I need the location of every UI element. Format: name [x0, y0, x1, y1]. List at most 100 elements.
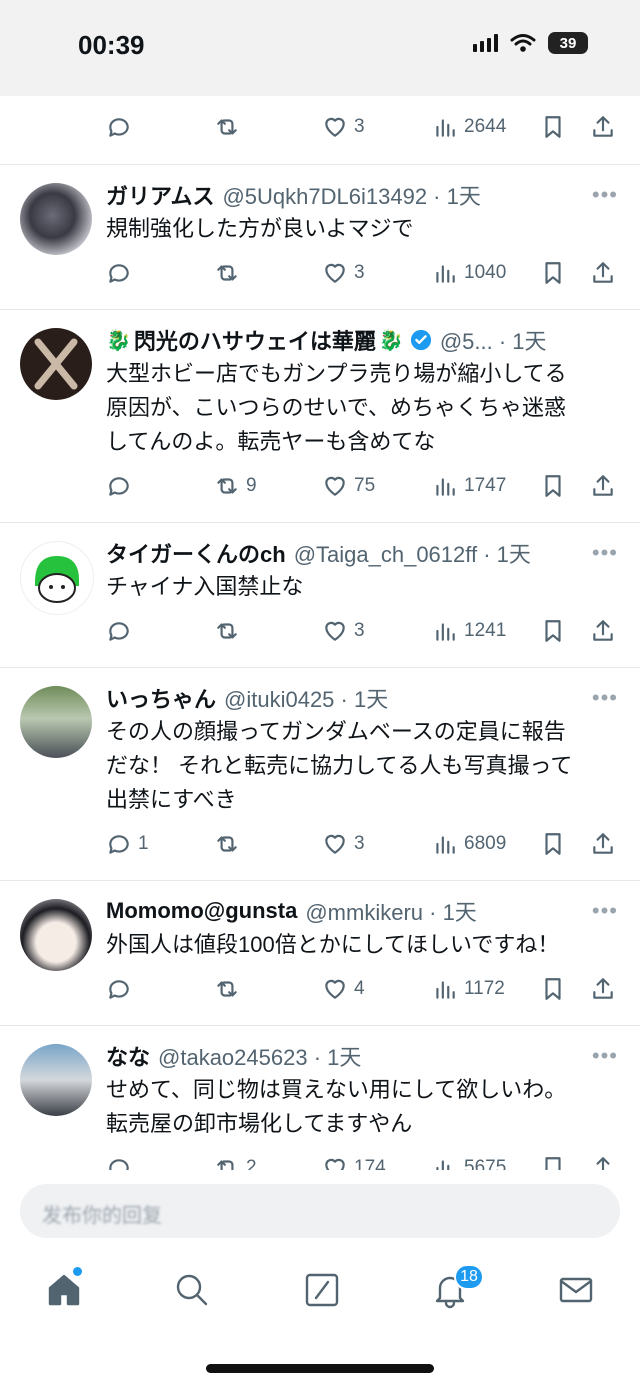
- like-button[interactable]: 4: [322, 973, 365, 1005]
- views-button[interactable]: 1172: [432, 973, 505, 1005]
- reply-icon: [109, 835, 129, 854]
- reply-feed[interactable]: 3 2644 ガリアムス @5Uqkh7DL6i13492 · 1天 ••• 規…: [0, 96, 640, 1170]
- home-indicator: [206, 1364, 434, 1373]
- tweet-partial[interactable]: 3 2644: [0, 96, 640, 165]
- tab-home[interactable]: [44, 1270, 84, 1310]
- avatar[interactable]: [20, 899, 92, 971]
- user-handle[interactable]: @5Uqkh7DL6i13492 · 1天: [222, 179, 480, 211]
- bookmark-button[interactable]: [540, 111, 566, 143]
- bookmark-icon: [545, 262, 561, 284]
- retweet-button[interactable]: 2: [214, 1152, 257, 1170]
- retweet-icon: [217, 265, 237, 281]
- share-button[interactable]: [590, 257, 616, 289]
- reply-button[interactable]: 1: [106, 828, 149, 860]
- tweet-text: その人の顔撮ってガンダムベースの定員に報告 だな！ それと転売に協力してる人も写…: [106, 719, 573, 812]
- retweet-button[interactable]: [214, 973, 246, 1005]
- share-button[interactable]: [590, 1152, 616, 1170]
- tweet[interactable]: タイガーくんのch @Taiga_ch_0612ff · 1天 ••• チャイナ…: [0, 523, 640, 668]
- notification-badge: 18: [454, 1264, 484, 1290]
- views-icon: [436, 836, 455, 854]
- avatar[interactable]: [20, 541, 94, 615]
- reply-button[interactable]: [106, 111, 138, 143]
- tweet[interactable]: いっちゃん @ituki0425 · 1天 ••• その人の顔撮ってガンダムベー…: [0, 668, 640, 881]
- share-button[interactable]: [590, 111, 616, 143]
- retweet-button[interactable]: [214, 257, 246, 289]
- user-handle[interactable]: @takao245623 · 1天: [158, 1040, 361, 1072]
- like-button[interactable]: 3: [322, 111, 365, 143]
- heart-icon: [325, 476, 345, 496]
- like-button[interactable]: 3: [322, 615, 365, 647]
- display-name[interactable]: なな: [106, 1040, 150, 1072]
- display-name[interactable]: いっちゃん: [106, 682, 216, 714]
- bookmark-button[interactable]: [540, 828, 566, 860]
- dragon-emoji-icon: 🐉: [106, 329, 131, 352]
- bookmark-button[interactable]: [540, 973, 566, 1005]
- avatar[interactable]: [20, 686, 92, 758]
- reply-icon: [109, 622, 129, 641]
- tweet[interactable]: なな @takao245623 · 1天 ••• せめて、同じ物は買えない用にし…: [0, 1026, 640, 1170]
- reply-button[interactable]: [106, 615, 138, 647]
- bookmark-button[interactable]: [540, 1152, 566, 1170]
- views-button[interactable]: 5675: [432, 1152, 506, 1170]
- reply-input[interactable]: 发布你的回复: [20, 1184, 620, 1238]
- more-options-button[interactable]: •••: [592, 898, 618, 924]
- retweet-button[interactable]: [214, 111, 246, 143]
- share-button[interactable]: [590, 470, 616, 502]
- tweet[interactable]: Momomo@gunsta @mmkikeru · 1天 ••• 外国人は値段1…: [0, 881, 640, 1026]
- status-bar: 00:39 39: [0, 0, 640, 96]
- like-button[interactable]: 3: [322, 257, 365, 289]
- status-time: 00:39: [78, 30, 145, 60]
- heart-icon: [325, 1158, 345, 1170]
- more-options-button[interactable]: •••: [592, 540, 618, 566]
- like-button[interactable]: 3: [322, 828, 365, 860]
- display-name[interactable]: ガリアムス: [106, 179, 214, 211]
- more-options-button[interactable]: •••: [592, 1043, 618, 1069]
- new-content-dot: [73, 1267, 82, 1276]
- reply-button[interactable]: [106, 1152, 138, 1170]
- avatar[interactable]: [20, 183, 92, 255]
- share-button[interactable]: [590, 615, 616, 647]
- tweet-text: 規制強化した方が良いよマジで: [106, 216, 414, 241]
- bookmark-button[interactable]: [540, 470, 566, 502]
- retweet-button[interactable]: [214, 615, 246, 647]
- tab-grok[interactable]: [302, 1270, 342, 1310]
- like-button[interactable]: 174: [322, 1152, 386, 1170]
- tweet-text: 大型ホビー店でもガンプラ売り場が縮小してる 原因が、こいつらのせいで、めちゃくち…: [106, 361, 567, 454]
- views-button[interactable]: 6809: [432, 828, 506, 860]
- share-button[interactable]: [590, 828, 616, 860]
- display-name[interactable]: タイガーくんのch: [106, 537, 286, 569]
- tweet[interactable]: 🐉 閃光のハサウェイは華麗 🐉 @5... · 1天 大型ホビー店でもガンプラ売…: [0, 310, 640, 523]
- tab-search[interactable]: [172, 1270, 212, 1310]
- more-options-button[interactable]: •••: [592, 182, 618, 208]
- views-button[interactable]: 1747: [432, 470, 506, 502]
- share-icon: [593, 262, 613, 283]
- share-button[interactable]: [590, 973, 616, 1005]
- user-handle[interactable]: @5... · 1天: [440, 324, 547, 356]
- avatar[interactable]: [20, 1044, 92, 1116]
- views-button[interactable]: 1241: [432, 615, 506, 647]
- retweet-button[interactable]: 9: [214, 470, 257, 502]
- user-handle[interactable]: @mmkikeru · 1天: [305, 895, 476, 927]
- user-handle[interactable]: @Taiga_ch_0612ff · 1天: [294, 537, 531, 569]
- display-name[interactable]: 閃光のハサウェイは華麗: [134, 324, 376, 356]
- views-button[interactable]: 1040: [432, 257, 506, 289]
- tweet-actions: 3 2644: [106, 111, 620, 143]
- tab-messages[interactable]: [556, 1270, 596, 1310]
- bookmark-button[interactable]: [540, 257, 566, 289]
- like-button[interactable]: 75: [322, 470, 375, 502]
- tweet[interactable]: ガリアムス @5Uqkh7DL6i13492 · 1天 ••• 規制強化した方が…: [0, 165, 640, 310]
- retweet-button[interactable]: [214, 828, 246, 860]
- more-options-button[interactable]: •••: [592, 685, 618, 711]
- views-icon: [436, 981, 455, 999]
- user-handle[interactable]: @ituki0425 · 1天: [224, 682, 388, 714]
- reply-icon: [109, 980, 129, 999]
- reply-button[interactable]: [106, 973, 138, 1005]
- bookmark-button[interactable]: [540, 615, 566, 647]
- views-icon: [436, 119, 455, 137]
- reply-button[interactable]: [106, 470, 138, 502]
- display-name[interactable]: Momomo@gunsta: [106, 898, 297, 924]
- views-button[interactable]: 2644: [432, 111, 506, 143]
- views-icon: [436, 478, 455, 496]
- reply-button[interactable]: [106, 257, 138, 289]
- avatar[interactable]: [20, 328, 92, 400]
